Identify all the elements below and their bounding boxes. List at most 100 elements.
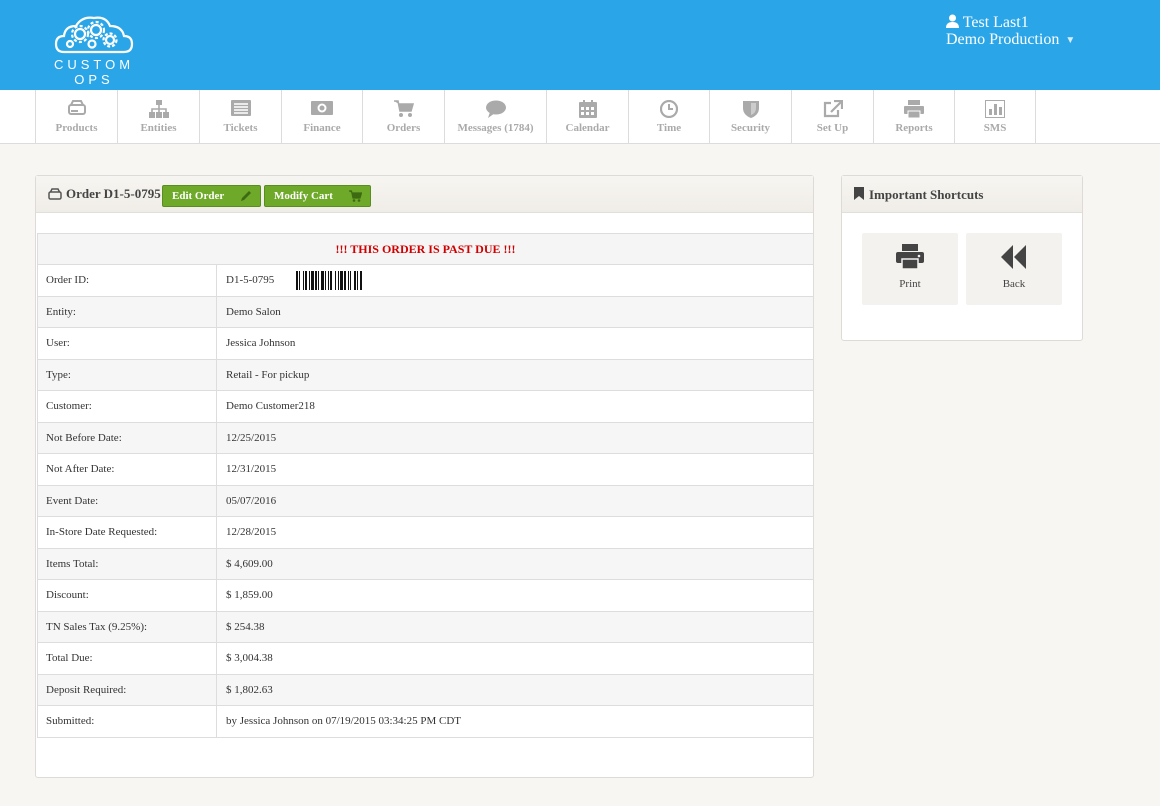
row-value: by Jessica Johnson on 07/19/2015 03:34:2… [226,715,461,727]
row-key: Items Total: [46,557,99,570]
barcode-bar [360,271,362,290]
external-link-icon [823,100,843,118]
table-row: Customer: Demo Customer218 [37,391,814,423]
nav-label: Finance [303,122,341,134]
barcode-bar [309,271,310,290]
barcode-bar [335,271,336,290]
row-value: $ 3,004.38 [226,652,273,664]
list-icon [230,100,251,116]
row-value: $ 1,859.00 [226,589,273,601]
logo-text: CUSTOM OPS [53,57,135,87]
barcode-bar [321,271,324,290]
calendar-icon [578,100,597,118]
pencil-icon [241,191,251,201]
row-value: $ 254.38 [226,620,265,633]
row-key: Event Date: [46,494,99,507]
row-value: Demo Salon [226,305,281,318]
row-value: 05/07/2016 [226,494,277,507]
shortcuts-header: Important Shortcuts [842,176,1082,213]
table-row: Not After Date: 12/31/2015 [37,454,814,486]
nav-reports[interactable]: Reports [873,90,954,144]
barcode-bar [354,271,356,290]
chevron-down-icon: ▼ [1065,34,1076,46]
print-button[interactable]: Print [862,233,958,305]
back-button[interactable]: Back [966,233,1062,305]
print-icon [896,244,924,270]
table-row: TN Sales Tax (9.25%): $ 254.38 [37,611,814,643]
drive-icon [67,100,86,115]
nav-setup[interactable]: Set Up [791,90,873,144]
row-value: $ 4,609.00 [226,557,273,570]
barcode-bar [318,271,319,290]
nav-messages[interactable]: Messages (1784) [444,90,546,144]
table-row: In-Store Date Requested: 12/28/2015 [37,517,814,549]
row-value: $ 1,802.63 [226,683,273,696]
row-value: 12/31/2015 [226,463,277,475]
sitemap-icon [148,100,169,118]
gears-cloud-icon [54,16,134,54]
nav-entities[interactable]: Entities [117,90,199,144]
barcode-bar [303,271,304,290]
custom-ops-logo[interactable]: CUSTOM OPS [34,12,154,87]
table-row: Items Total: $ 4,609.00 [37,548,814,580]
table-row: Submitted: by Jessica Johnson on 07/19/20… [37,706,814,738]
nav-time[interactable]: Time [628,90,709,144]
nav-products[interactable]: Products [35,90,117,144]
shortcuts-panel: Important Shortcuts Print Back [841,175,1083,341]
nav-label: Reports [895,122,933,134]
nav-finance[interactable]: Finance [281,90,362,144]
nav-label: Set Up [816,122,849,134]
money-icon [311,101,333,115]
nav-tickets[interactable]: Tickets [199,90,281,144]
row-value: Retail - For pickup [226,368,310,381]
row-value: 12/25/2015 [226,431,277,444]
org-line: Demo Production ▼ [946,31,1075,49]
row-key: Order ID: [46,274,90,286]
table-row: Entity: Demo Salon [37,296,814,328]
row-key: Total Due: [46,652,93,664]
nav-label: Security [730,122,771,134]
org-name: Demo Production [946,31,1060,48]
barcode-bar [357,271,358,290]
shortcuts-title: Important Shortcuts [854,187,983,203]
print-icon [904,100,924,118]
nav-label: Products [55,122,98,134]
nav-security[interactable]: Security [709,90,791,144]
row-key: Deposit Required: [46,683,127,696]
drive-icon [48,188,62,200]
modify-cart-button[interactable]: Modify Cart [264,185,371,207]
nav-label: Messages (1784) [457,122,534,134]
bar-chart-icon [985,100,1005,118]
edit-order-button[interactable]: Edit Order [162,185,261,207]
table-row: Discount: $ 1,859.00 [37,580,814,612]
cart-icon [393,100,414,117]
table-row: Order ID: D1-5-0795 [37,265,814,297]
order-panel: Order D1-5-0795 Edit Order Modify Cart !… [35,175,814,778]
row-key: Not Before Date: [46,431,122,444]
barcode-bar [296,271,298,290]
row-key: Entity: [46,305,76,318]
barcode-bar [305,271,307,290]
barcode-bar [348,271,349,290]
user-menu[interactable]: Test Last1 Demo Production ▼ [946,14,1075,49]
print-label: Print [899,278,921,290]
back-label: Back [1002,278,1026,290]
row-value: D1-5-0795 [226,274,275,286]
user-name: Test Last1 [962,14,1029,31]
barcode-bar [299,271,300,290]
bookmark-icon [854,187,864,200]
nav-orders[interactable]: Orders [362,90,444,144]
barcode-bar [340,271,343,290]
nav-sms[interactable]: SMS [954,90,1035,144]
table-row: User: Jessica Johnson [37,328,814,360]
row-key: Submitted: [46,715,95,727]
row-key: Not After Date: [46,463,115,475]
user-name-line: Test Last1 [946,14,1075,31]
nav-label: Calendar [565,122,610,134]
nav-calendar[interactable]: Calendar [546,90,628,144]
clock-icon [660,100,678,118]
barcode-bar [344,271,346,290]
row-key: Discount: [46,589,89,601]
shortcuts-title-text: Important Shortcuts [869,187,984,202]
row-value: Jessica Johnson [226,337,296,349]
